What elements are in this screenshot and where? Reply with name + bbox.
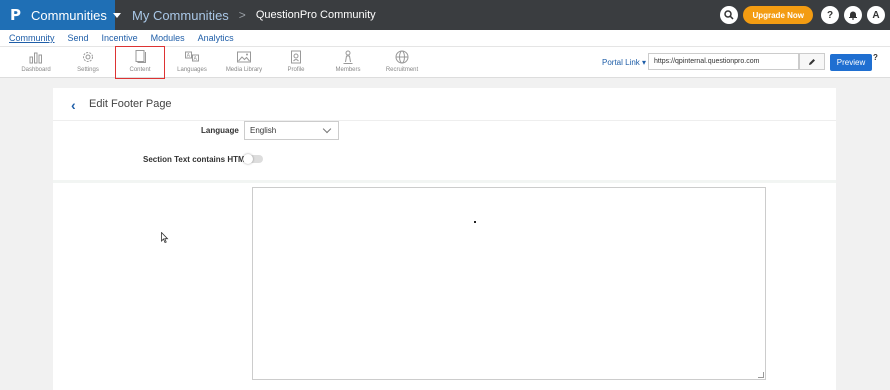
gear-icon bbox=[83, 52, 93, 62]
content-panel: ‹ Edit Footer Page Language English Sect… bbox=[53, 88, 836, 390]
breadcrumb-community-name: QuestionPro Community bbox=[255, 9, 376, 21]
tool-label: Settings bbox=[77, 67, 99, 73]
app-switcher[interactable]: P Communities bbox=[0, 0, 121, 30]
nav-send[interactable]: Send bbox=[68, 33, 89, 43]
help-icon[interactable]: ? bbox=[873, 53, 878, 62]
tool-content[interactable]: Content bbox=[115, 46, 165, 79]
svg-text:A: A bbox=[187, 53, 191, 59]
panel-header: ‹ Edit Footer Page bbox=[53, 88, 836, 121]
main-nav: Community Send Incentive Modules Analyti… bbox=[0, 30, 890, 46]
edit-url-button[interactable] bbox=[799, 53, 825, 70]
bar-chart-icon bbox=[29, 52, 42, 64]
resize-handle[interactable] bbox=[758, 372, 764, 378]
questionpro-logo: P bbox=[10, 6, 21, 24]
portal-url-field[interactable]: https://qpinternal.questionpro.com bbox=[648, 53, 799, 70]
text-caret bbox=[474, 221, 476, 223]
breadcrumb-separator: > bbox=[238, 8, 246, 22]
search-icon[interactable] bbox=[720, 6, 739, 24]
tool-label: Profile bbox=[287, 67, 305, 73]
tool-label: Dashboard bbox=[21, 67, 51, 73]
section-divider bbox=[53, 180, 836, 183]
tool-label: Recruitment bbox=[385, 67, 419, 73]
portal-link-dropdown[interactable]: Portal Link ▾ bbox=[602, 58, 646, 67]
html-toggle[interactable] bbox=[243, 154, 263, 164]
caret-down-icon bbox=[112, 12, 121, 18]
tool-members[interactable]: Members bbox=[323, 49, 373, 73]
bell-icon[interactable] bbox=[844, 6, 862, 24]
toolbar: Dashboard Settings Content AA Languages … bbox=[0, 46, 890, 79]
back-chevron-icon[interactable]: ‹ bbox=[71, 97, 76, 113]
toggle-knob bbox=[243, 154, 253, 164]
user-avatar[interactable]: A bbox=[867, 6, 885, 24]
nav-analytics[interactable]: Analytics bbox=[198, 33, 234, 43]
tool-settings[interactable]: Settings bbox=[63, 49, 113, 73]
members-icon bbox=[343, 50, 353, 64]
language-select[interactable]: English bbox=[244, 121, 339, 140]
tool-languages[interactable]: AA Languages bbox=[167, 49, 217, 73]
chevron-down-icon bbox=[322, 124, 332, 134]
tool-label: Content bbox=[129, 67, 151, 73]
tool-dashboard[interactable]: Dashboard bbox=[11, 49, 61, 73]
nav-community[interactable]: Community bbox=[9, 33, 55, 43]
globe-icon bbox=[395, 50, 409, 64]
tool-label: Languages bbox=[177, 67, 207, 73]
language-value: English bbox=[250, 126, 277, 135]
page-title: Edit Footer Page bbox=[89, 98, 172, 110]
profile-icon bbox=[291, 50, 301, 64]
pencil-icon bbox=[809, 58, 815, 65]
document-icon bbox=[135, 50, 146, 63]
mouse-pointer-icon bbox=[161, 232, 169, 244]
breadcrumb-my-communities[interactable]: My Communities bbox=[132, 8, 229, 23]
app-name: Communities bbox=[31, 7, 107, 23]
nav-modules[interactable]: Modules bbox=[151, 33, 185, 43]
tool-profile[interactable]: Profile bbox=[271, 49, 321, 73]
help-icon[interactable]: ? bbox=[821, 6, 839, 24]
section-text-editor[interactable] bbox=[252, 187, 766, 380]
top-bar: P Communities My Communities > QuestionP… bbox=[0, 0, 890, 30]
upgrade-now-button[interactable]: Upgrade Now bbox=[743, 6, 813, 24]
tool-label: Media Library bbox=[225, 67, 263, 73]
tool-label: Members bbox=[335, 67, 361, 73]
html-toggle-label: Section Text contains HTML bbox=[143, 155, 250, 164]
tool-recruitment[interactable]: Recruitment bbox=[377, 49, 427, 73]
language-label: Language bbox=[201, 126, 239, 135]
preview-button[interactable]: Preview bbox=[830, 54, 872, 71]
svg-text:A: A bbox=[194, 56, 198, 62]
nav-incentive[interactable]: Incentive bbox=[102, 33, 138, 43]
image-icon bbox=[237, 51, 251, 63]
translate-icon: AA bbox=[185, 51, 199, 62]
tool-media-library[interactable]: Media Library bbox=[219, 49, 269, 73]
